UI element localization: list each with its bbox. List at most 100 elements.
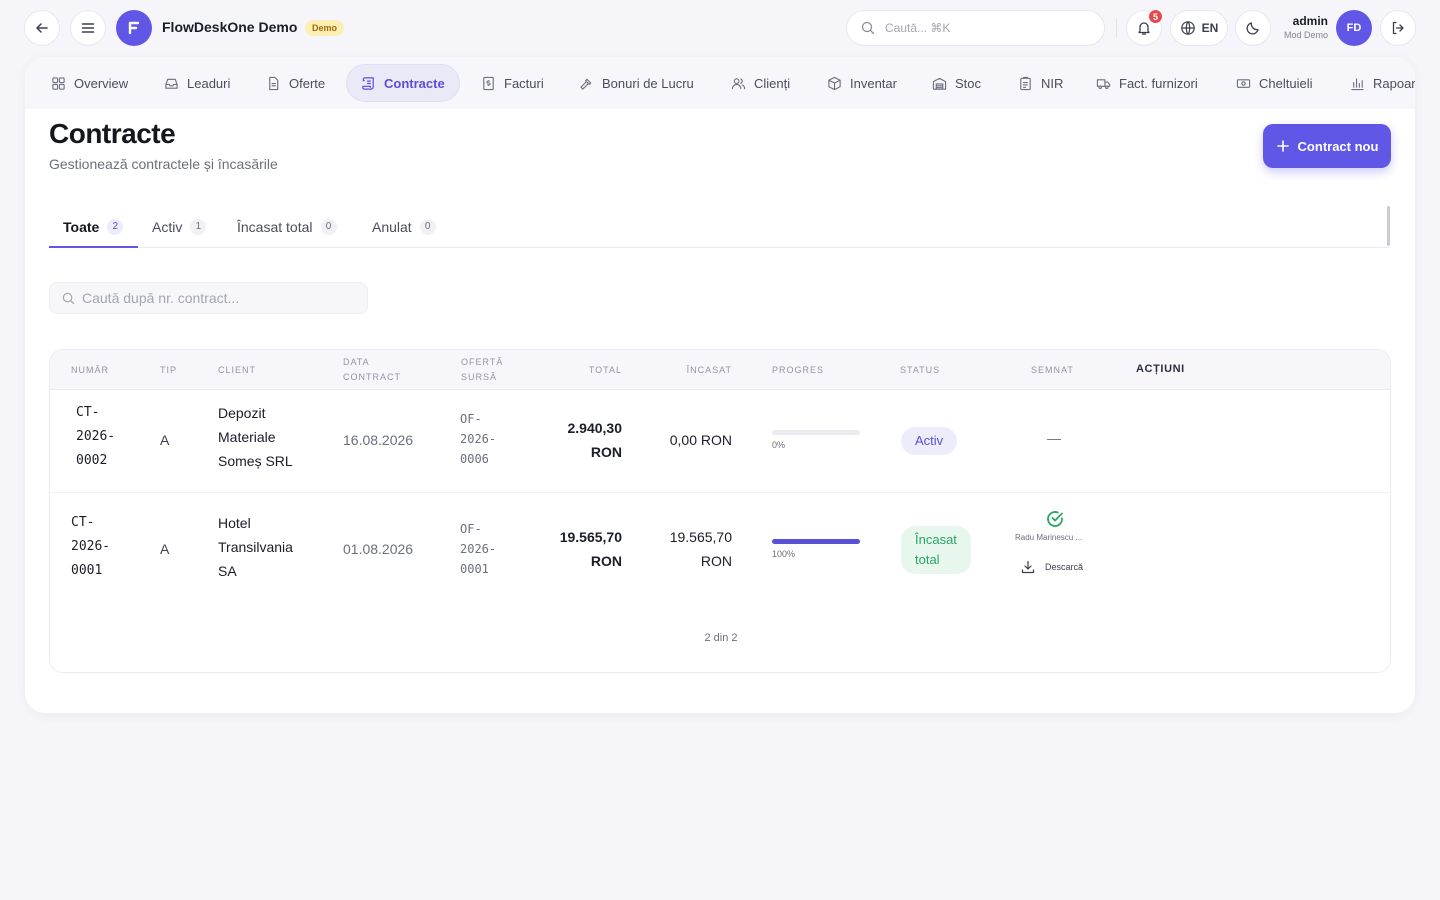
- nav-label: Oferte: [289, 75, 326, 91]
- nav-item-oferte[interactable]: Oferte: [252, 64, 339, 102]
- contract-paid-currency: RON: [700, 553, 732, 569]
- tab-label: Anulat: [372, 218, 412, 235]
- download-button[interactable]: Descarcă: [1021, 560, 1083, 574]
- source-offer[interactable]: OF- 2026- 0001: [460, 519, 496, 579]
- column-header-status: STATUS: [900, 365, 941, 375]
- avatar[interactable]: FD: [1336, 10, 1372, 46]
- nav-label: Cheltuieli: [1259, 75, 1313, 91]
- document-icon: [269, 76, 279, 90]
- source-offer[interactable]: OF- 2026- 0006: [460, 409, 496, 469]
- back-button[interactable]: [24, 10, 60, 46]
- users-icon: [731, 77, 746, 89]
- tabs-scrollbar[interactable]: [1387, 206, 1390, 246]
- contract-total-amount: 19.565,70: [559, 529, 622, 545]
- table-row[interactable]: CT- 2026- 0001 A Hotel Transilvania SA 0…: [50, 493, 1390, 606]
- contract-paid: 19.565,70 RON: [612, 525, 732, 573]
- nav-item-overview[interactable]: Overview: [37, 64, 142, 102]
- client-name: Hotel Transilvania SA: [218, 511, 293, 583]
- nav-item-clienti[interactable]: Clienți: [717, 64, 804, 102]
- top-bar: FlowDeskOne Demo Demo Caută... ⌘K 5 EN a…: [0, 0, 1440, 56]
- package-icon: [828, 76, 841, 90]
- logout-button[interactable]: [1380, 10, 1416, 46]
- column-header-progres: PROGRES: [772, 365, 825, 375]
- source-offer-line: 0006: [460, 452, 489, 466]
- nav-item-rapoarte[interactable]: Rapoarte: [1336, 64, 1415, 102]
- nav-item-bonuri-de-lucru[interactable]: Bonuri de Lucru: [565, 64, 708, 102]
- new-contract-button[interactable]: Contract nou: [1263, 124, 1391, 168]
- nav-label: NIR: [1041, 75, 1064, 91]
- clipboard-icon: [1020, 76, 1031, 90]
- nav-label: Leaduri: [187, 75, 231, 91]
- contract-type: A: [160, 541, 170, 557]
- column-header-actiuni: ACȚIUNI: [1136, 363, 1185, 375]
- contract-type: A: [160, 432, 170, 448]
- tab-incasat-total[interactable]: Încasat total 0: [237, 205, 337, 248]
- client-name-line: SA: [218, 563, 237, 579]
- tab-toate[interactable]: Toate 2: [63, 205, 124, 248]
- contract-paid-amount: 0,00 RON: [669, 432, 732, 448]
- signed-empty: —: [1047, 430, 1061, 446]
- contract-number-line: CT-: [71, 515, 95, 530]
- nav-label: Rapoarte: [1373, 75, 1415, 91]
- source-offer-line: 0001: [460, 562, 489, 576]
- progress-bar: [772, 539, 860, 544]
- nav-item-fact-furnizori[interactable]: Fact. furnizori: [1082, 64, 1212, 102]
- client-name-line: Materiale: [218, 429, 276, 445]
- source-offer-line: 2026-: [460, 542, 497, 556]
- nav-item-nir[interactable]: NIR: [1004, 64, 1077, 102]
- theme-toggle-button[interactable]: [1235, 10, 1271, 46]
- main-card: Overview Leaduri Oferte Contracte Factur…: [25, 57, 1415, 713]
- status-badge: Încasat total: [901, 526, 971, 574]
- contract-number-line: 0002: [76, 453, 108, 468]
- progress-label: 0%: [772, 440, 786, 450]
- contract-search-input[interactable]: Caută după nr. contract...: [49, 282, 368, 314]
- column-header-client: CLIENT: [218, 365, 257, 375]
- contract-paid-amount: 19.565,70: [669, 529, 732, 545]
- search-icon: [861, 21, 875, 35]
- tab-count: 0: [419, 218, 436, 235]
- status-badge: Activ: [901, 427, 958, 455]
- user-name: admin: [1292, 14, 1328, 28]
- banknote-icon: [1236, 78, 1251, 88]
- download-label: Descarcă: [1045, 562, 1084, 572]
- tab-count: 2: [107, 218, 124, 235]
- invoice-icon: [483, 76, 494, 90]
- nav-item-stoc[interactable]: Stoc: [918, 64, 995, 102]
- client-name-line: Someș SRL: [218, 453, 293, 469]
- language-button[interactable]: EN: [1170, 10, 1228, 46]
- user-role: Mod Demo: [1283, 30, 1328, 40]
- progress-bar: [772, 430, 860, 435]
- nav-label: Fact. furnizori: [1119, 75, 1198, 91]
- nav-item-leaduri[interactable]: Leaduri: [150, 64, 244, 102]
- progress-fill: [772, 539, 860, 544]
- nav-item-cheltuieli[interactable]: Cheltuieli: [1222, 64, 1326, 102]
- grid-icon: [52, 76, 65, 90]
- tab-activ[interactable]: Activ 1: [152, 205, 207, 248]
- nav-item-inventar[interactable]: Inventar: [813, 64, 911, 102]
- nav-label: Clienți: [754, 75, 791, 91]
- tab-anulat[interactable]: Anulat 0: [372, 205, 436, 248]
- moon-icon: [1246, 22, 1259, 35]
- nav-label: Overview: [74, 75, 129, 91]
- nav-item-contracte[interactable]: Contracte: [346, 64, 460, 102]
- app-logo[interactable]: [116, 10, 152, 46]
- scroll-icon: [362, 76, 374, 90]
- download-icon: [1021, 560, 1035, 574]
- bell-icon: [1138, 22, 1150, 35]
- table-row[interactable]: CT- 2026- 0002 A Depozit Materiale Someș…: [50, 390, 1390, 493]
- nav-item-facturi[interactable]: Facturi: [467, 64, 558, 102]
- contract-total-currency: RON: [590, 553, 622, 569]
- inbox-icon: [165, 78, 178, 89]
- nav-label: Inventar: [850, 75, 897, 91]
- tab-label: Toate: [63, 218, 100, 235]
- global-search-input[interactable]: Caută... ⌘K: [846, 10, 1105, 46]
- contract-number[interactable]: CT- 2026- 0002: [76, 401, 115, 473]
- contracts-table: NUMĂR TIP CLIENT DATA CONTRACT OFERTĂ SU…: [49, 349, 1391, 673]
- contract-number[interactable]: CT- 2026- 0001: [71, 511, 110, 583]
- menu-button[interactable]: [70, 10, 106, 46]
- column-header-incasat: ÎNCASAT: [686, 365, 732, 375]
- contract-paid: 0,00 RON: [612, 428, 732, 452]
- source-offer-line: OF-: [460, 522, 482, 536]
- column-header-oferta-1: OFERTĂ: [461, 357, 504, 367]
- contract-total: 19.565,70 RON: [522, 525, 622, 573]
